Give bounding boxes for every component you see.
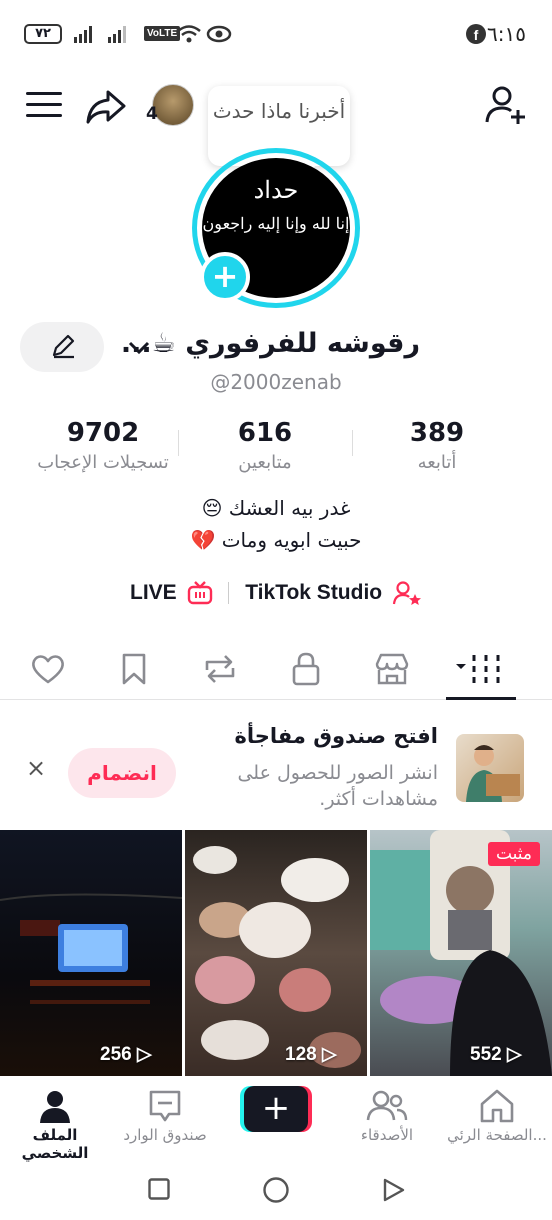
add-user-icon[interactable] [484, 84, 528, 126]
heart-icon [32, 655, 64, 684]
story-avatar[interactable] [152, 84, 194, 126]
following-stat[interactable]: 389 أتابعه [352, 418, 522, 473]
profile-name: رقوشه للفرفوري ☕... [120, 328, 420, 359]
profile-handle: @2000zenab [210, 370, 342, 394]
bookmark-icon [122, 653, 146, 685]
pencil-icon [52, 334, 75, 359]
dishes-thumbnail [193, 846, 361, 1068]
tab-shop[interactable] [362, 644, 422, 694]
bottom-nav: الملف الشخصي صندوق الوارد + الأصدقاء الص… [0, 1076, 552, 1162]
likes-count: 9702 [66, 418, 140, 448]
content-tabs [0, 640, 552, 700]
bio-line-2: حبيت ابويه ومات 💔 [190, 528, 362, 552]
status-bar: ٧٢ VoLTE f ٦:١٥ [0, 0, 552, 70]
following-label: أتابعه [417, 452, 457, 473]
nav-home-label: الصفحة الرئي... [447, 1126, 547, 1144]
tab-private[interactable] [276, 644, 336, 694]
nav-profile[interactable]: الملف الشخصي [0, 1086, 110, 1162]
wifi-icon [177, 25, 201, 43]
video-thumbnail[interactable]: مثبت 552 ▷ [370, 830, 552, 1076]
pinned-badge: مثبت [487, 842, 540, 866]
edit-profile-button[interactable] [20, 322, 104, 372]
lock-icon [292, 652, 320, 686]
tv-icon [187, 581, 212, 605]
promo-card: × انضمام افتح صندوق مفاجأة انشر الصور لل… [0, 708, 552, 826]
clock: ٦:١٥ [487, 22, 526, 46]
view-count: 256 ▷ [100, 1044, 152, 1065]
likes-label: تسجيلات الإعجاب [37, 452, 169, 473]
studio-link[interactable]: TikTok Studio [245, 580, 422, 606]
repost-icon [205, 655, 235, 683]
nav-inbox-label: صندوق الوارد [123, 1126, 207, 1144]
tab-reposts[interactable] [190, 644, 250, 694]
followers-stat[interactable]: 616 متابعين [180, 418, 350, 473]
friends-icon [366, 1090, 408, 1121]
notification-count: 4 [146, 104, 158, 124]
plus-icon: + [244, 1086, 308, 1132]
home-icon [480, 1089, 514, 1123]
video-thumbnail[interactable]: 256 ▷ [0, 830, 182, 1076]
tab-favorites[interactable] [104, 644, 164, 694]
home-circle-icon[interactable] [262, 1176, 290, 1204]
nav-friends[interactable]: الأصدقاء [332, 1086, 442, 1144]
promo-description: انشر الصور للحصول على مشاهدات أكثر. [237, 762, 438, 810]
signal-icon [74, 26, 92, 43]
video-thumbnail[interactable]: 128 ▷ [185, 830, 367, 1076]
live-label: LIVE [130, 581, 177, 605]
add-story-button[interactable]: + [200, 252, 250, 302]
user-star-icon [392, 581, 421, 605]
studio-label: TikTok Studio [245, 581, 383, 604]
video-grid: 256 ▷ 128 ▷ مثبت 552 ▷ [0, 830, 552, 1076]
following-count: 389 [409, 418, 465, 448]
volte-icon: VoLTE [144, 26, 181, 41]
profile-links: LIVE TikTok Studio [0, 580, 552, 606]
eye-icon [206, 25, 232, 43]
promo-title: افتح صندوق مفاجأة [234, 724, 438, 748]
menu-icon-line [26, 92, 62, 95]
facebook-icon: f [466, 24, 486, 44]
recents-icon[interactable] [148, 1178, 170, 1200]
menu-button[interactable] [26, 92, 62, 118]
profile-icon [40, 1091, 70, 1123]
nav-friends-label: الأصدقاء [360, 1126, 414, 1144]
divider [178, 430, 179, 456]
view-count: 552 ▷ [470, 1044, 522, 1065]
followers-label: متابعين [238, 452, 292, 473]
profile-picture-caption: إنا لله وإنا إليه راجعون [202, 214, 350, 233]
nav-profile-label: الملف الشخصي [21, 1126, 89, 1162]
nav-home[interactable]: الصفحة الرئي... [442, 1086, 552, 1144]
join-button[interactable]: انضمام [68, 748, 176, 798]
system-nav-bar [0, 1160, 552, 1220]
grid-icon [456, 655, 500, 683]
person-box-illustration [466, 745, 520, 802]
grave-thumbnail [370, 830, 552, 1076]
bio-line-1: غدر بيه العشك 😔 [201, 496, 351, 520]
tab-liked[interactable] [18, 644, 78, 694]
car-dashboard-thumbnail [0, 893, 182, 1004]
profile-picture-text: حداد [253, 176, 299, 204]
inbox-icon [149, 1090, 181, 1122]
active-tab-indicator [446, 697, 516, 700]
battery-indicator: ٧٢ [24, 24, 62, 44]
shop-icon [375, 653, 409, 685]
create-button[interactable]: + [240, 1086, 312, 1132]
share-icon[interactable] [84, 84, 128, 128]
likes-stat[interactable]: 9702 تسجيلات الإعجاب [18, 418, 188, 473]
live-link[interactable]: LIVE [130, 581, 213, 605]
divider [228, 582, 230, 604]
followers-count: 616 [237, 418, 293, 448]
view-count: 128 ▷ [285, 1044, 337, 1065]
back-triangle-icon[interactable] [382, 1177, 406, 1203]
tab-videos[interactable] [450, 644, 510, 694]
signal-icon-2 [108, 26, 126, 43]
nav-inbox[interactable]: صندوق الوارد [110, 1086, 220, 1144]
promo-thumbnail [456, 734, 524, 802]
close-icon[interactable]: × [26, 754, 46, 782]
